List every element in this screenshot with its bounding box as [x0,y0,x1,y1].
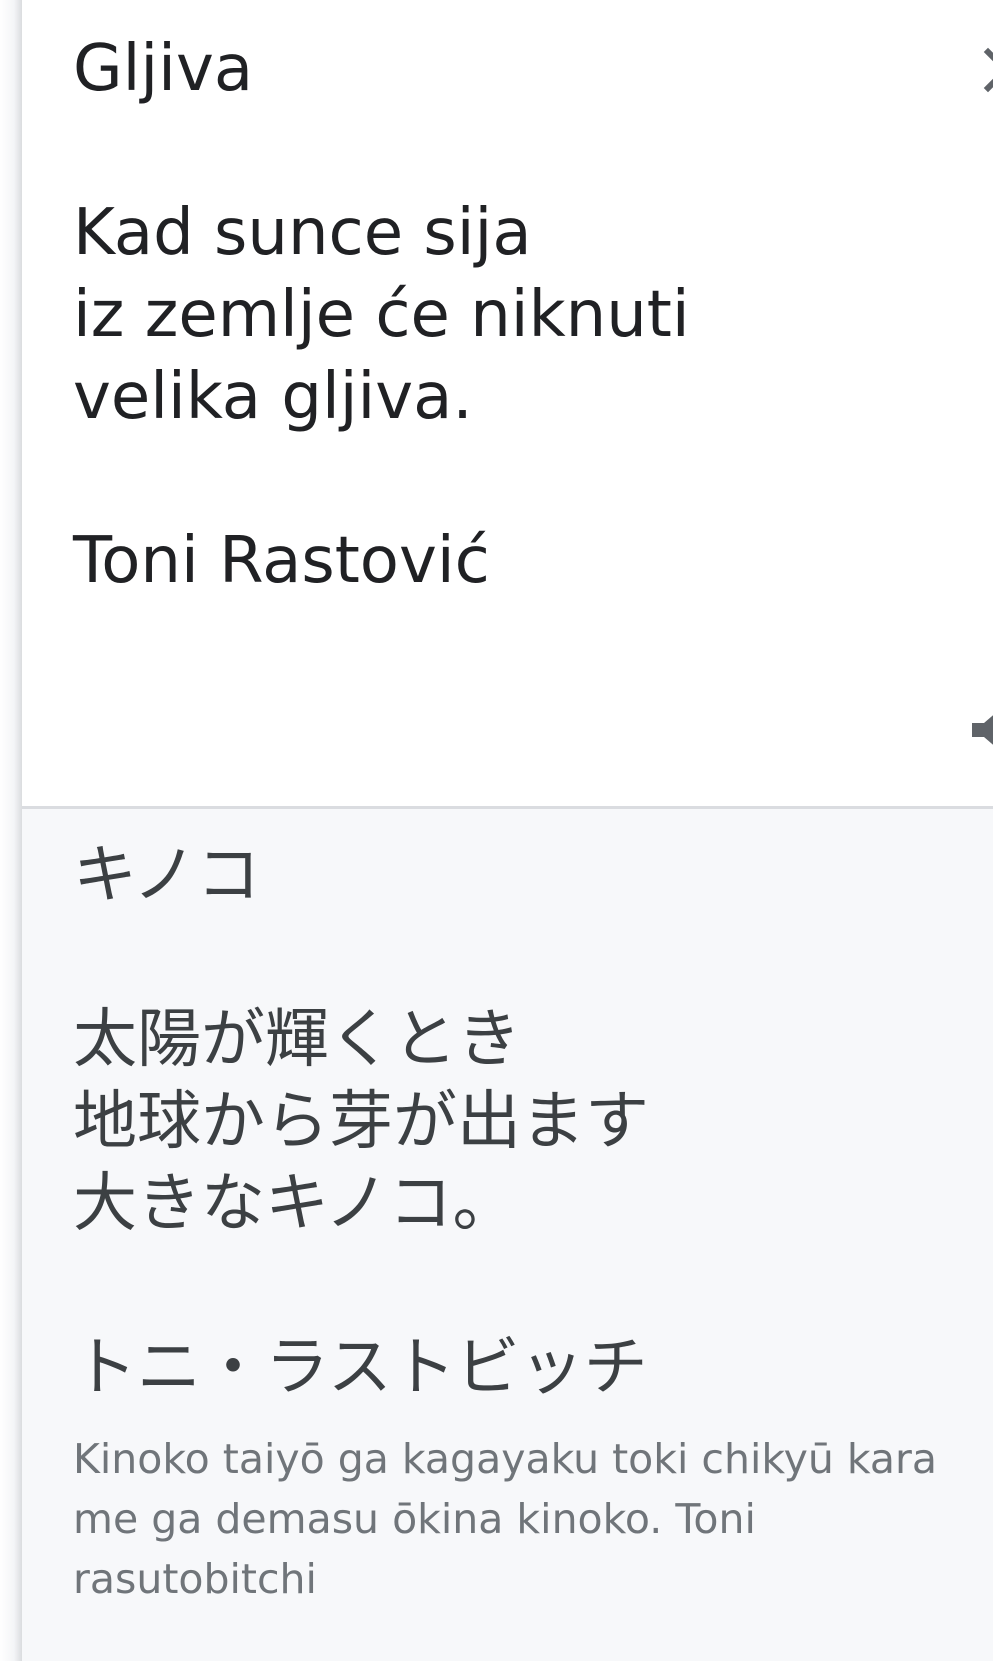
close-icon [983,47,993,93]
close-button[interactable] [976,40,993,100]
romanization-text[interactable]: Kinoko taiyō ga kagayaku toki chikyū kar… [73,1429,953,1609]
left-edge-shadow [0,0,22,1661]
translation-panel: キノコ 太陽が輝くとき 地球から芽が出ます 大きなキノコ。 トニ・ラストビッチ … [22,809,993,1661]
translation-card: Gljiva Kad sunce sija iz zemlje će niknu… [0,0,993,1661]
listen-button[interactable] [972,700,993,760]
source-text[interactable]: Gljiva Kad sunce sija iz zemlje će niknu… [73,28,953,602]
speaker-icon [972,715,993,745]
source-panel: Gljiva Kad sunce sija iz zemlje će niknu… [22,0,993,806]
translated-text[interactable]: キノコ 太陽が輝くとき 地球から芽が出ます 大きなキノコ。 トニ・ラストビッチ [73,835,953,1409]
